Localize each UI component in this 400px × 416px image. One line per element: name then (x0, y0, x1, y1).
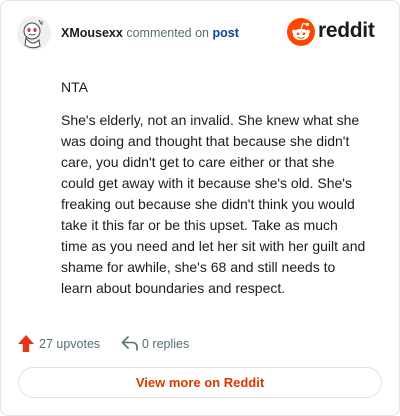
reddit-wordmark: reddit (318, 19, 375, 42)
comment-header: XMousexx commented on post reddit (17, 16, 383, 50)
reddit-brand[interactable]: reddit (287, 18, 383, 48)
reddit-logo-icon (287, 18, 315, 46)
commented-on-label: commented on (126, 26, 210, 40)
user-avatar[interactable] (17, 16, 51, 50)
comment-paragraph: She's elderly, not an invalid. She knew … (61, 112, 366, 296)
embed-card: XMousexx commented on post reddit NTA Sh… (0, 0, 400, 416)
comment-byline: XMousexx commented on post (61, 26, 239, 40)
upvotes-count: 27 upvotes (39, 337, 101, 351)
username-link[interactable]: XMousexx (61, 26, 123, 40)
snoo-avatar-icon (17, 16, 51, 50)
comment-body: NTA She's elderly, not an invalid. She k… (61, 77, 367, 311)
view-more-button[interactable]: View more on Reddit (18, 367, 382, 398)
reply-arrow-icon (121, 336, 138, 351)
post-link[interactable]: post (213, 26, 239, 40)
replies-count: 0 replies (142, 337, 190, 351)
upvote-arrow-icon (18, 335, 34, 352)
comment-paragraph: NTA (61, 79, 88, 95)
